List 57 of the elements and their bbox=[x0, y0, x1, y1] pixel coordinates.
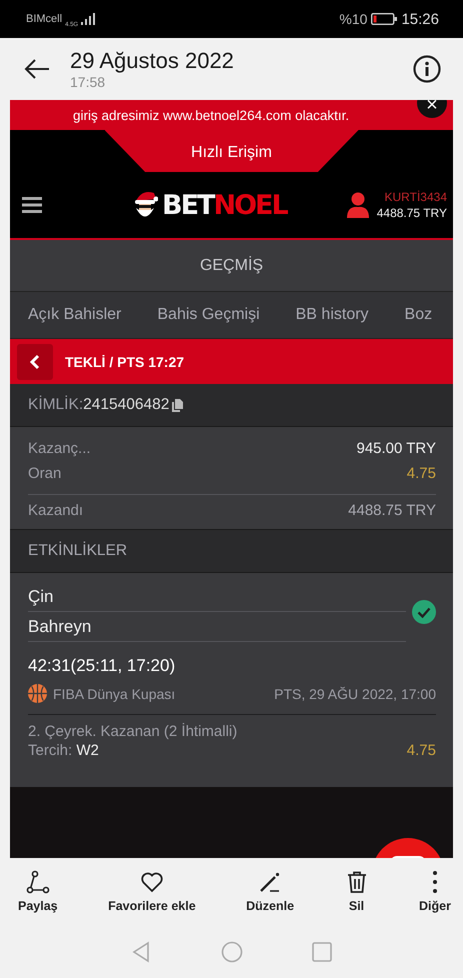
section-title: GEÇMİŞ bbox=[10, 240, 453, 292]
toolbar-button[interactable]: Paylaş bbox=[18, 870, 58, 913]
id-label: KİMLİK: bbox=[28, 396, 84, 414]
tab[interactable]: Bahis Geçmişi bbox=[157, 306, 260, 324]
summary-value: 4.75 bbox=[406, 465, 436, 482]
choice-text: Tercih: W2 bbox=[28, 742, 99, 759]
summary-value: 945.00 TRY bbox=[356, 440, 436, 457]
menu-icon bbox=[22, 195, 42, 215]
back-button[interactable] bbox=[24, 58, 50, 80]
clock: 15:26 bbox=[401, 10, 439, 28]
home-icon bbox=[220, 940, 242, 962]
team-name: Bahreyn bbox=[28, 613, 406, 642]
tab[interactable]: BB history bbox=[296, 306, 369, 324]
event-date: PTS, 29 AĞU 2022, 17:00 bbox=[274, 686, 436, 702]
toolbar-button[interactable]: Düzenle bbox=[246, 870, 294, 913]
battery-percent: %10 bbox=[339, 11, 368, 27]
balance: 4488.75 TRY bbox=[376, 205, 447, 221]
close-button[interactable]: × bbox=[417, 100, 447, 118]
summary-value: 4488.75 TRY bbox=[348, 502, 436, 519]
info-icon bbox=[413, 55, 441, 83]
carrier-name: BIMcell bbox=[26, 13, 62, 25]
username: KURTİ3434 bbox=[384, 189, 447, 205]
id-value: 2415406482 bbox=[83, 396, 170, 414]
toolbar-button[interactable]: Favorilere ekle bbox=[108, 870, 196, 913]
photo-time: 17:58 bbox=[70, 74, 106, 90]
site-logo: BETNOEL bbox=[162, 190, 287, 220]
tab[interactable]: Açık Bahisler bbox=[28, 306, 122, 324]
toolbar-button[interactable]: Diğer bbox=[419, 870, 451, 913]
summary-label: Kazanç... bbox=[28, 440, 91, 457]
share-icon bbox=[26, 870, 50, 894]
toolbar-button[interactable]: Sil bbox=[344, 870, 369, 913]
summary-label: Kazandı bbox=[28, 502, 84, 519]
back-arrow-icon bbox=[24, 58, 50, 80]
score: 42:31(25:11, 17:20) bbox=[28, 656, 176, 676]
market-name: 2. Çeyrek. Kazanan (2 İhtimalli) bbox=[28, 723, 238, 740]
menu-button[interactable] bbox=[22, 195, 42, 215]
bet-title: TEKLİ / PTS 17:27 bbox=[65, 354, 184, 370]
tab[interactable]: Boz bbox=[404, 306, 432, 324]
banner-text: giriş adresimiz www.betnoel264.com olacaktır. bbox=[73, 108, 350, 122]
team-name: Çin bbox=[28, 583, 406, 612]
heart-icon bbox=[140, 870, 164, 894]
events-title: ETKİNLİKLER bbox=[10, 530, 453, 573]
back-button[interactable] bbox=[17, 344, 53, 380]
basketball-icon bbox=[28, 684, 47, 703]
photo-date: 29 Ağustos 2022 bbox=[70, 48, 234, 74]
event-odds: 4.75 bbox=[406, 742, 436, 759]
user-icon bbox=[346, 192, 369, 218]
league-name: FIBA Dünya Kupası bbox=[53, 686, 176, 702]
battery-icon bbox=[371, 13, 398, 25]
more-icon bbox=[432, 870, 437, 894]
info-button[interactable] bbox=[413, 55, 441, 83]
quick-access-tab[interactable]: Hızlı Erişim bbox=[104, 130, 358, 172]
summary-label: Oran bbox=[28, 465, 62, 482]
signal-icon bbox=[81, 13, 96, 25]
copy-icon bbox=[172, 398, 184, 412]
chevron-left-icon bbox=[30, 354, 40, 370]
recents-icon bbox=[310, 940, 332, 962]
